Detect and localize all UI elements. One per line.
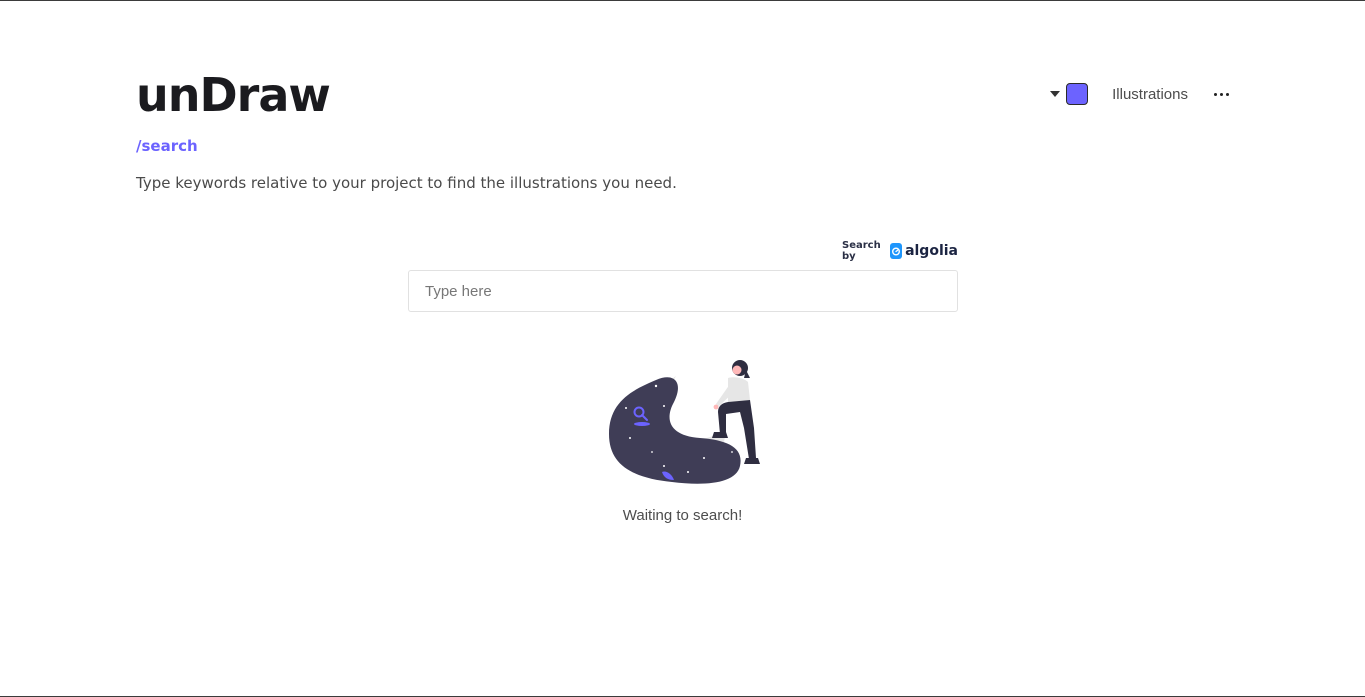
more-horizontal-icon[interactable] xyxy=(1214,92,1229,96)
algolia-icon xyxy=(889,243,903,259)
chevron-down-icon[interactable] xyxy=(1050,91,1061,97)
empty-state-message: Waiting to search! xyxy=(622,507,743,524)
route-label: /search xyxy=(136,137,198,155)
search-input[interactable] xyxy=(408,270,958,312)
page: unDraw /search Type keywords relative to… xyxy=(0,0,1365,697)
algolia-wordmark: algolia xyxy=(905,243,958,259)
color-picker-swatch[interactable] xyxy=(1066,83,1089,105)
waiting-illustration xyxy=(609,360,760,484)
search-by-algolia[interactable]: Search by algolia xyxy=(842,240,958,262)
search-by-label: Search by xyxy=(842,240,881,262)
page-subtitle: Type keywords relative to your project t… xyxy=(136,174,677,192)
nav-link-illustrations[interactable]: Illustrations xyxy=(1112,86,1188,103)
top-nav: Illustrations xyxy=(1050,81,1229,107)
brand-logo[interactable]: unDraw xyxy=(136,67,331,123)
